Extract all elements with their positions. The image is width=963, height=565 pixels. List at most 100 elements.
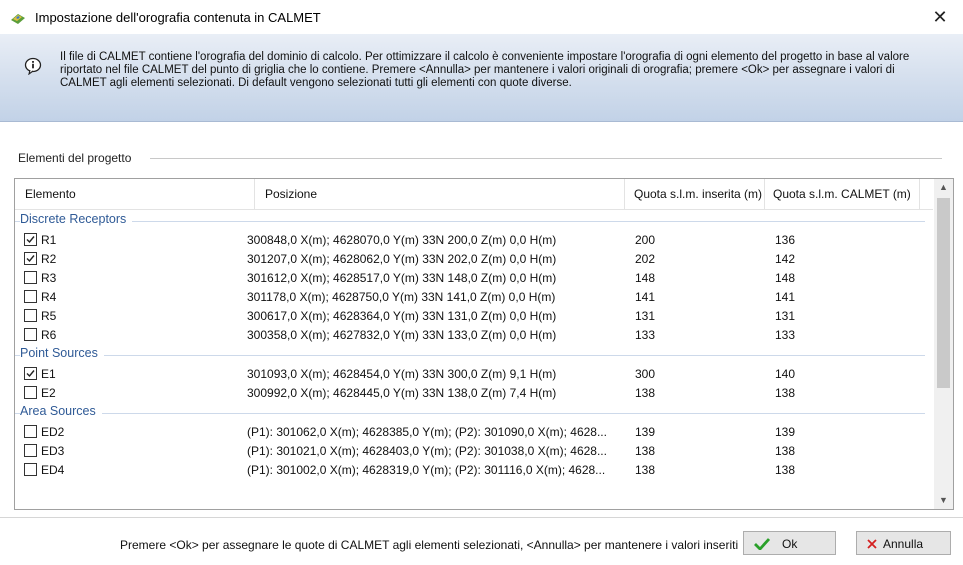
scroll-down-icon[interactable]: ▼	[934, 492, 953, 509]
element-name: ED4	[41, 463, 65, 477]
element-position: 300358,0 X(m); 4627832,0 Y(m) 33N 133,0 …	[247, 328, 557, 342]
quota-calmet: 140	[775, 367, 796, 381]
table-row[interactable]: E2 300992,0 X(m); 4628445,0 Y(m) 33N 138,…	[15, 383, 933, 402]
section-divider	[15, 221, 925, 222]
row-checkbox[interactable]	[24, 309, 37, 322]
quota-inserita: 138	[635, 463, 656, 477]
element-position: 301178,0 X(m); 4628750,0 Y(m) 33N 141,0 …	[247, 290, 556, 304]
table-row[interactable]: R6 300358,0 X(m); 4627832,0 Y(m) 33N 133,…	[15, 325, 933, 344]
element-position: 300617,0 X(m); 4628364,0 Y(m) 33N 131,0 …	[247, 309, 557, 323]
section-divider	[15, 355, 925, 356]
banner-divider	[0, 121, 963, 122]
row-checkbox[interactable]	[24, 328, 37, 341]
info-text: Il file di CALMET contiene l'orografia d…	[60, 51, 910, 89]
table-row[interactable]: ED4 (P1): 301002,0 X(m); 4628319,0 Y(m); …	[15, 460, 933, 479]
ok-button[interactable]: Ok	[743, 531, 836, 555]
quota-calmet: 148	[775, 271, 796, 285]
quota-calmet: 142	[775, 252, 796, 266]
quota-inserita: 141	[635, 290, 656, 304]
row-checkbox[interactable]	[24, 386, 37, 399]
close-button[interactable]: ✕	[917, 0, 963, 34]
element-name: R5	[41, 309, 57, 323]
checkmark-icon	[26, 255, 35, 263]
footer-text: Premere <Ok> per assegnare le quote di C…	[120, 538, 739, 552]
group-label: Elementi del progetto	[18, 151, 138, 165]
section-header: Point Sources	[15, 344, 933, 364]
quota-inserita: 133	[635, 328, 656, 342]
element-position: 301612,0 X(m); 4628517,0 Y(m) 33N 148,0 …	[247, 271, 557, 285]
element-position: (P1): 301021,0 X(m); 4628403,0 Y(m); (P2…	[247, 444, 607, 458]
row-checkbox[interactable]	[24, 425, 37, 438]
footer-divider	[0, 517, 963, 518]
row-checkbox[interactable]	[24, 252, 37, 265]
row-checkbox[interactable]	[24, 233, 37, 246]
quota-calmet: 133	[775, 328, 796, 342]
section-header: Area Sources	[15, 402, 933, 422]
element-position: 301093,0 X(m); 4628454,0 Y(m) 33N 300,0 …	[247, 367, 557, 381]
section-title: Point Sources	[20, 346, 104, 360]
row-checkbox[interactable]	[24, 463, 37, 476]
quota-inserita: 131	[635, 309, 656, 323]
table-row[interactable]: R4 301178,0 X(m); 4628750,0 Y(m) 33N 141,…	[15, 287, 933, 306]
check-icon	[754, 538, 770, 550]
quota-calmet: 139	[775, 425, 796, 439]
info-bubble-icon	[24, 57, 42, 75]
ok-label: Ok	[782, 537, 798, 551]
quota-inserita: 148	[635, 271, 656, 285]
scroll-up-icon[interactable]: ▲	[934, 179, 953, 196]
element-position: 301207,0 X(m); 4628062,0 Y(m) 33N 202,0 …	[247, 252, 557, 266]
element-position: (P1): 301062,0 X(m); 4628385,0 Y(m); (P2…	[247, 425, 607, 439]
header-quota-inserita[interactable]: Quota s.l.m. inserita (m)	[625, 179, 765, 209]
header-elemento[interactable]: Elemento	[15, 179, 255, 209]
element-position: 300992,0 X(m); 4628445,0 Y(m) 33N 138,0 …	[247, 386, 557, 400]
element-position: 300848,0 X(m); 4628070,0 Y(m) 33N 200,0 …	[247, 233, 557, 247]
vertical-scrollbar[interactable]: ▲ ▼	[934, 179, 953, 509]
table-row[interactable]: R3 301612,0 X(m); 4628517,0 Y(m) 33N 148,…	[15, 268, 933, 287]
section-title: Discrete Receptors	[20, 212, 133, 226]
table-header: Elemento Posizione Quota s.l.m. inserita…	[15, 179, 933, 210]
cancel-label: Annulla	[883, 537, 924, 551]
element-name: E2	[41, 386, 56, 400]
scroll-thumb[interactable]	[937, 198, 950, 388]
cancel-button[interactable]: Annulla	[856, 531, 951, 555]
checkmark-icon	[26, 236, 35, 244]
element-name: R3	[41, 271, 57, 285]
table-row[interactable]: E1 301093,0 X(m); 4628454,0 Y(m) 33N 300,…	[15, 364, 933, 383]
row-checkbox[interactable]	[24, 367, 37, 380]
element-name: R6	[41, 328, 57, 342]
table-row[interactable]: ED3 (P1): 301021,0 X(m); 4628403,0 Y(m); …	[15, 441, 933, 460]
title-bar: Impostazione dell'orografia contenuta in…	[0, 0, 963, 34]
checkmark-icon	[26, 370, 35, 378]
table-row[interactable]: R2 301207,0 X(m); 4628062,0 Y(m) 33N 202,…	[15, 249, 933, 268]
elements-table[interactable]: Elemento Posizione Quota s.l.m. inserita…	[14, 178, 954, 510]
table-row[interactable]: R5 300617,0 X(m); 4628364,0 Y(m) 33N 131,…	[15, 306, 933, 325]
app-globe-icon	[11, 14, 25, 24]
quota-inserita: 200	[635, 233, 656, 247]
quota-calmet: 141	[775, 290, 796, 304]
quota-calmet: 138	[775, 444, 796, 458]
quota-calmet: 131	[775, 309, 796, 323]
quota-inserita: 138	[635, 444, 656, 458]
section-header: Discrete Receptors	[15, 210, 933, 230]
quota-calmet: 136	[775, 233, 796, 247]
quota-inserita: 202	[635, 252, 656, 266]
cancel-x-icon	[867, 539, 877, 549]
row-checkbox[interactable]	[24, 290, 37, 303]
quota-inserita: 138	[635, 386, 656, 400]
table-row[interactable]: ED2 (P1): 301062,0 X(m); 4628385,0 Y(m); …	[15, 422, 933, 441]
row-checkbox[interactable]	[24, 271, 37, 284]
section-divider	[15, 413, 925, 414]
window-title: Impostazione dell'orografia contenuta in…	[35, 10, 321, 25]
element-name: R4	[41, 290, 57, 304]
table-row[interactable]: R1 300848,0 X(m); 4628070,0 Y(m) 33N 200,…	[15, 230, 933, 249]
quota-calmet: 138	[775, 386, 796, 400]
header-quota-calmet[interactable]: Quota s.l.m. CALMET (m)	[765, 179, 920, 209]
element-name: R2	[41, 252, 57, 266]
quota-calmet: 138	[775, 463, 796, 477]
info-banner: Il file di CALMET contiene l'orografia d…	[0, 34, 963, 121]
element-name: E1	[41, 367, 56, 381]
element-name: ED2	[41, 425, 65, 439]
element-name: R1	[41, 233, 57, 247]
header-posizione[interactable]: Posizione	[255, 179, 625, 209]
row-checkbox[interactable]	[24, 444, 37, 457]
